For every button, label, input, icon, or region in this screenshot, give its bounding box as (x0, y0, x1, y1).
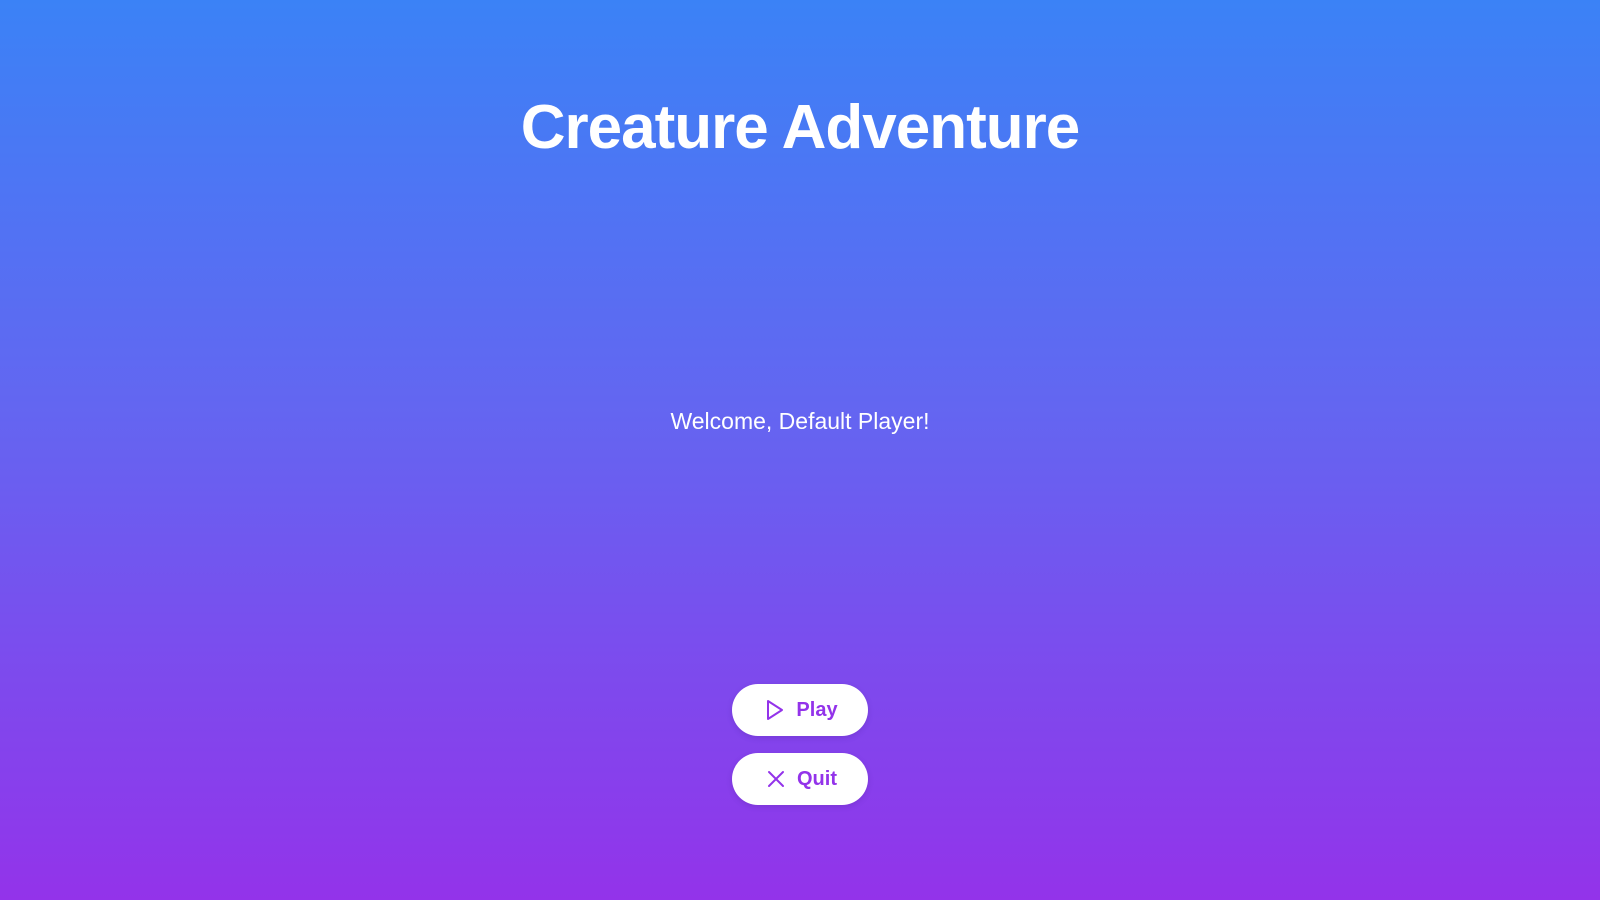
close-icon (765, 768, 787, 790)
main-menu-screen: Creature Adventure Welcome, Default Play… (0, 0, 1600, 900)
game-title: Creature Adventure (520, 93, 1081, 162)
quit-button-label: Quit (797, 768, 837, 790)
play-button-label: Play (796, 699, 838, 721)
quit-button[interactable]: Quit (732, 753, 868, 805)
play-icon (764, 699, 786, 721)
welcome-message: Welcome, Default Player! (670, 408, 930, 434)
play-button[interactable]: Play (732, 684, 868, 736)
main-menu: Play Quit (732, 684, 868, 805)
